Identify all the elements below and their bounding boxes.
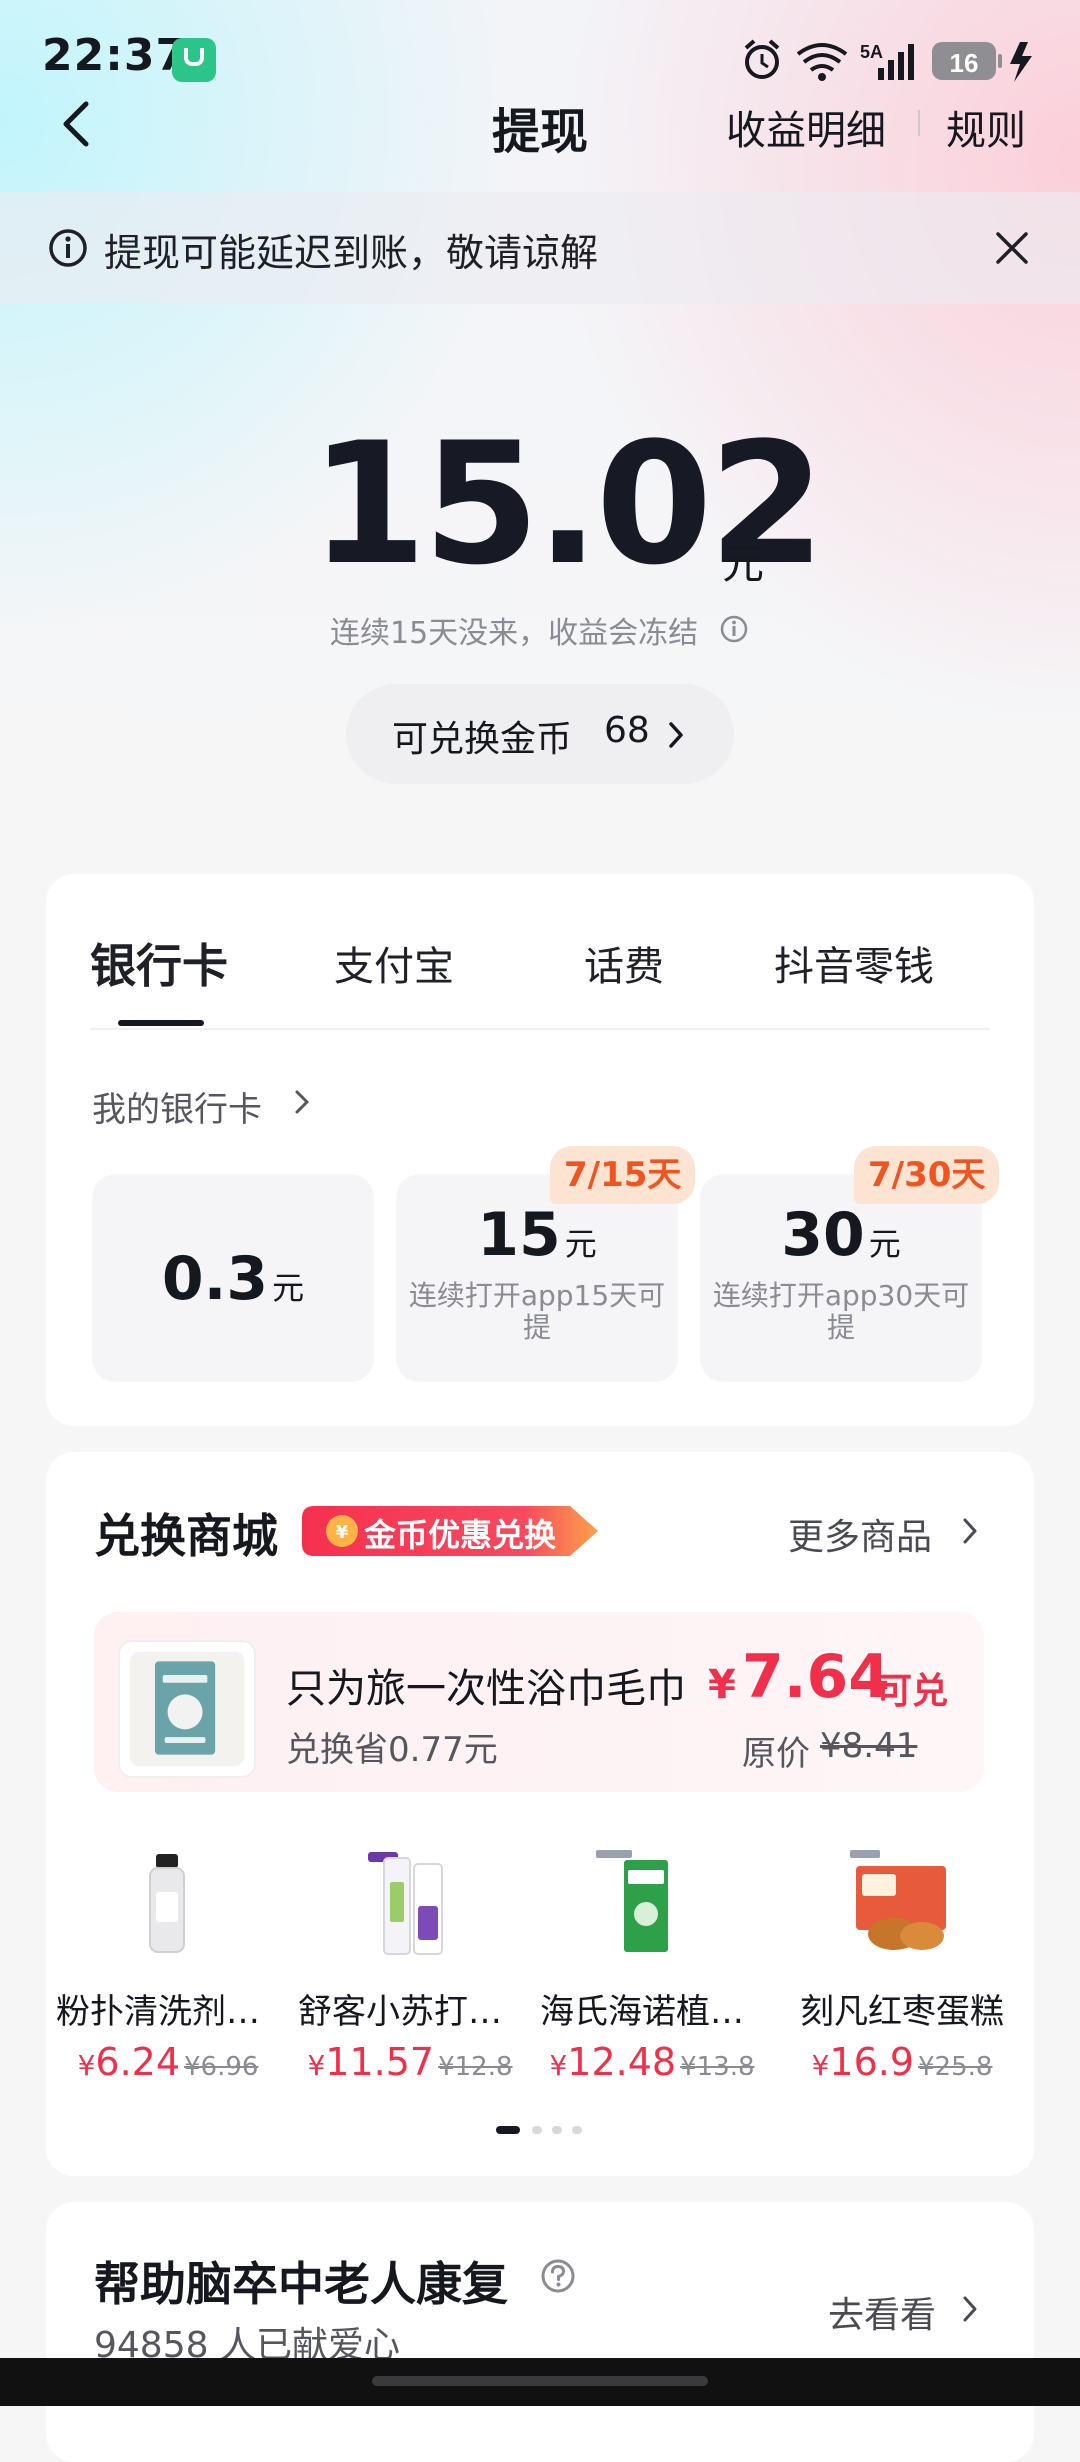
balance-unit: 元 <box>722 539 765 588</box>
green-box-image[interactable] <box>590 1848 700 1958</box>
cleanser-bottle-image[interactable] <box>112 1848 222 1958</box>
tab-divider <box>90 1028 990 1030</box>
currency-symbol: ¥ <box>708 1662 736 1708</box>
option-condition: 连续打开app30天可提 <box>712 1279 970 1344</box>
close-icon[interactable] <box>992 228 1032 268</box>
option-condition: 连续打开app15天可提 <box>408 1279 666 1344</box>
progress-badge: 7/30天 <box>854 1146 1000 1204</box>
coin-icon: ¥ <box>336 1522 349 1543</box>
wifi-icon <box>796 43 848 81</box>
option-amount: 0.3 元 <box>161 1244 305 1314</box>
shop-title: 兑换商城 <box>94 1509 278 1563</box>
product-name: 刻凡红枣蛋糕 <box>800 1992 1004 2032</box>
tab-douyin-wallet[interactable]: 抖音零钱 <box>774 934 934 992</box>
chevron-right-icon <box>669 722 683 748</box>
page-dot <box>552 2126 562 2134</box>
chevron-right-icon <box>963 1518 977 1544</box>
page-dot <box>572 2126 582 2134</box>
product-name: 舒客小苏打牙膏 <box>298 1992 522 2032</box>
product-name: 粉扑清洗剂清洁液 <box>56 1992 280 2032</box>
product-name: 海氏海诺植物抑菌 <box>540 1992 764 2032</box>
original-price: ¥8.41 <box>820 1726 918 1766</box>
original-price-label: 原价 <box>742 1734 810 1774</box>
signal-icon <box>878 44 914 80</box>
tab-phone-bill[interactable]: 话费 <box>584 934 664 992</box>
coin-label: 可兑换金币 <box>392 719 573 760</box>
product-price: ¥11.57 ¥12.8 <box>307 2040 513 2084</box>
home-indicator[interactable] <box>372 2376 708 2386</box>
info-icon[interactable] <box>720 615 748 643</box>
tab-bank-card[interactable]: 银行卡 <box>90 930 228 996</box>
chevron-right-icon <box>963 2296 977 2322</box>
product-price: ¥6.24 ¥6.96 <box>77 2040 259 2084</box>
redeem-label: 可兑 <box>876 1671 949 1712</box>
product-price: ¥16.9 ¥25.8 <box>811 2040 993 2084</box>
cake-box-image[interactable] <box>846 1848 956 1958</box>
chevron-right-icon <box>295 1090 309 1114</box>
progress-badge: 7/15天 <box>550 1146 696 1204</box>
product-price: ¥12.48 ¥13.8 <box>549 2040 755 2084</box>
coin-value: 68 <box>604 710 650 751</box>
toothpaste-image[interactable] <box>354 1848 464 1958</box>
status-icons: 5A 16 <box>744 39 1032 82</box>
tab-active-indicator <box>118 1020 204 1026</box>
notice-text: 提现可能延迟到账，敬请谅解 <box>104 231 599 275</box>
option-amount: 30 元 <box>781 1200 901 1270</box>
more-goods-link[interactable]: 更多商品 <box>788 1508 932 1560</box>
featured-price: 7.64 <box>742 1642 891 1712</box>
earnings-detail-link[interactable]: 收益明细 <box>726 98 886 156</box>
back-arrow-icon[interactable] <box>56 100 104 148</box>
option-amount: 15 元 <box>477 1200 597 1270</box>
freeze-note: 连续15天没来，收益会冻结 <box>330 616 699 651</box>
battery-icon: 16 <box>932 42 1002 80</box>
nav-divider <box>918 110 920 136</box>
page-dot-active <box>496 2126 520 2134</box>
towel-product-image <box>118 1640 256 1778</box>
info-icon <box>49 229 87 267</box>
my-bank-card-link[interactable]: 我的银行卡 <box>92 1082 262 1131</box>
alarm-icon <box>744 39 780 79</box>
charity-title: 帮助脑卒中老人康复 <box>94 2257 508 2311</box>
page-dot <box>532 2126 542 2134</box>
carousel-page-dots[interactable] <box>496 2126 586 2134</box>
svg-text:16: 16 <box>950 48 979 78</box>
tab-alipay[interactable]: 支付宝 <box>334 934 454 992</box>
badge-text: 金币优惠兑换 <box>364 1516 557 1554</box>
featured-name: 只为旅一次性浴巾毛巾 <box>286 1666 686 1712</box>
help-icon[interactable] <box>540 2258 576 2294</box>
view-charity-link[interactable]: 去看看 <box>828 2286 936 2338</box>
rules-link[interactable]: 规则 <box>946 98 1026 156</box>
network-label: 5A <box>860 42 883 62</box>
charging-icon <box>1010 42 1032 82</box>
featured-saving: 兑换省0.77元 <box>286 1730 498 1770</box>
app-notification-icon <box>172 38 216 82</box>
status-time: 22:37 <box>42 30 188 81</box>
